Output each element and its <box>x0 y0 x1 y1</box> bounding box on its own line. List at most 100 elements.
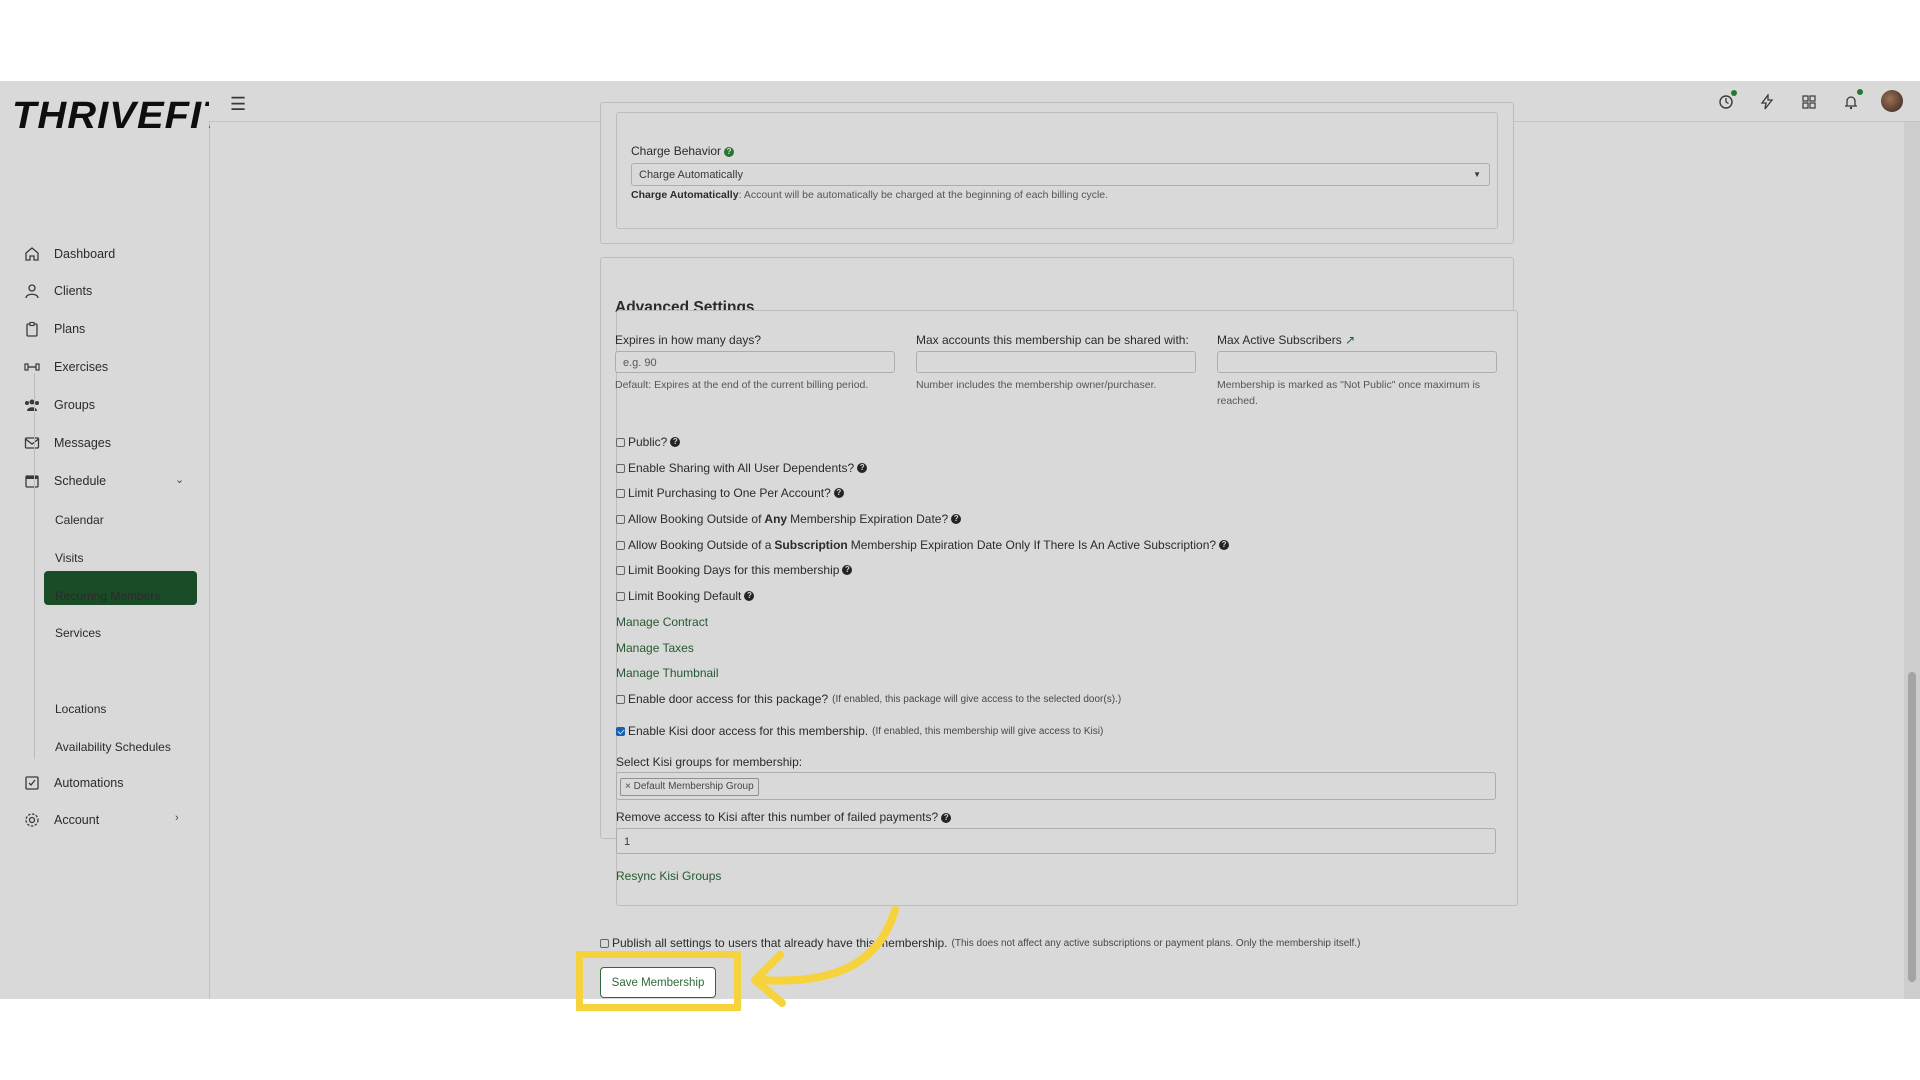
charge-behavior-label: Charge Behavior? <box>631 144 735 158</box>
sharing-checkbox-row[interactable]: Enable Sharing with All User Dependents?… <box>616 461 868 475</box>
avatar[interactable] <box>1881 90 1903 112</box>
limit-days-checkbox[interactable] <box>616 565 625 575</box>
kisi-access-checkbox[interactable] <box>616 726 625 736</box>
chevron-down-icon[interactable]: ⌄ <box>175 473 184 486</box>
help-icon[interactable]: ? <box>951 514 962 524</box>
sidebar-item-label: Automations <box>54 776 124 790</box>
max-subscribers-input[interactable] <box>1217 351 1497 373</box>
app-window: THRIVEFIT Dashboard Clients Plans Exerci… <box>0 81 1920 999</box>
sidebar-item-label: Dashboard <box>54 247 116 261</box>
chevron-right-icon[interactable]: › <box>175 812 179 824</box>
door-access-checkbox[interactable] <box>616 694 625 704</box>
clipboard-icon <box>24 321 40 337</box>
expires-hint: Default: Expires at the end of the curre… <box>615 379 869 391</box>
max-subscribers-label: Max Active Subscribers ↗ <box>1217 333 1356 347</box>
limit-purchase-checkbox-row[interactable]: Limit Purchasing to One Per Account?? <box>616 486 844 500</box>
help-icon[interactable]: ? <box>724 146 735 157</box>
sidebar-item-locations[interactable]: Locations <box>55 702 106 716</box>
help-icon[interactable]: ? <box>941 812 952 823</box>
publish-checkbox-row[interactable]: Publish all settings to users that alrea… <box>600 936 1360 950</box>
expires-label: Expires in how many days? <box>615 333 762 347</box>
resync-kisi-groups-link[interactable]: Resync Kisi Groups <box>616 869 721 883</box>
max-shared-hint: Number includes the membership owner/pur… <box>916 379 1157 391</box>
public-checkbox[interactable] <box>616 437 625 447</box>
sidebar-item-label: Groups <box>54 398 95 412</box>
max-shared-input[interactable] <box>916 351 1196 373</box>
manage-taxes-link[interactable]: Manage Taxes <box>616 641 694 655</box>
door-access-checkbox-row[interactable]: Enable door access for this package? (If … <box>616 692 1121 706</box>
home-icon <box>24 246 40 262</box>
limit-default-checkbox[interactable] <box>616 591 625 601</box>
help-icon[interactable]: ? <box>842 565 853 575</box>
apps-grid-icon[interactable] <box>1798 91 1820 113</box>
help-icon[interactable]: ? <box>670 437 681 447</box>
kisi-access-checkbox-row[interactable]: Enable Kisi door access for this members… <box>616 724 1103 738</box>
sidebar-item-account[interactable]: Account <box>24 808 99 832</box>
sidebar-item-label: Exercises <box>54 360 109 374</box>
limit-days-checkbox-row[interactable]: Limit Booking Days for this membership? <box>616 563 853 577</box>
sharing-checkbox[interactable] <box>616 463 625 473</box>
lightning-icon[interactable] <box>1756 91 1778 113</box>
max-subscribers-hint-2: reached. <box>1217 395 1258 407</box>
allow-any-checkbox-row[interactable]: Allow Booking Outside of Any Membership … <box>616 512 962 526</box>
sidebar-item-packages[interactable]: Packages <box>55 664 110 678</box>
scrollbar[interactable] <box>1904 122 1920 999</box>
publish-checkbox[interactable] <box>600 938 609 948</box>
scrollbar-thumb[interactable] <box>1908 672 1916 982</box>
save-membership-button[interactable]: Save Membership <box>600 967 716 998</box>
kisi-remove-label: Remove access to Kisi after this number … <box>616 810 952 824</box>
sidebar-item-exercises[interactable]: Exercises <box>24 355 108 379</box>
manage-contract-link[interactable]: Manage Contract <box>616 615 708 629</box>
dumbbell-icon <box>24 359 40 375</box>
hamburger-menu-icon[interactable]: ☰ <box>230 94 246 115</box>
charge-behavior-select[interactable]: Charge Automatically ▼ <box>631 163 1490 186</box>
calendar-icon <box>24 473 40 489</box>
brand-logo[interactable]: THRIVEFIT <box>12 95 228 138</box>
external-link-icon[interactable]: ↗ <box>1345 333 1355 347</box>
sidebar-item-clients[interactable]: Clients <box>24 279 92 303</box>
kisi-groups-label: Select Kisi groups for membership: <box>616 755 803 769</box>
max-subscribers-hint: Membership is marked as "Not Public" onc… <box>1217 379 1481 391</box>
allow-any-checkbox[interactable] <box>616 514 625 524</box>
max-shared-label: Max accounts this membership can be shar… <box>916 333 1189 347</box>
sidebar-item-recurring-members[interactable]: Recurring Members <box>55 589 160 603</box>
gear-icon <box>24 812 40 828</box>
help-icon[interactable]: ? <box>857 463 868 473</box>
sidebar-item-services[interactable]: Services <box>55 626 101 640</box>
allow-subscription-checkbox[interactable] <box>616 540 625 550</box>
allow-subscription-checkbox-row[interactable]: Allow Booking Outside of a Subscription … <box>616 538 1230 552</box>
sidebar-item-schedule[interactable]: Schedule <box>24 469 106 493</box>
public-checkbox-row[interactable]: Public?? <box>616 435 681 449</box>
sidebar-item-label: Schedule <box>54 474 107 488</box>
sidebar-item-dashboard[interactable]: Dashboard <box>24 242 115 266</box>
select-caret-icon: ▼ <box>1473 170 1481 179</box>
sidebar-item-label: Account <box>54 813 100 827</box>
notification-status-dot <box>1857 89 1863 95</box>
clock-status-dot <box>1731 90 1737 96</box>
sidebar-item-automations[interactable]: Automations <box>24 771 123 795</box>
sidebar: THRIVEFIT Dashboard Clients Plans Exerci… <box>0 81 227 999</box>
kisi-group-tag[interactable]: × Default Membership Group <box>620 778 759 796</box>
main-content: Charge Behavior? Charge Automatically ▼ … <box>210 102 1902 999</box>
users-icon <box>24 397 40 413</box>
sidebar-item-calendar[interactable]: Calendar <box>55 513 104 527</box>
help-icon[interactable]: ? <box>833 488 844 498</box>
kisi-failed-payments-input[interactable]: 1 <box>616 828 1496 854</box>
help-icon[interactable]: ? <box>744 591 755 601</box>
submenu-divider <box>34 373 35 759</box>
sidebar-item-label: Clients <box>54 284 93 298</box>
help-icon[interactable]: ? <box>1219 540 1230 550</box>
sidebar-item-messages[interactable]: Messages <box>24 431 111 455</box>
manage-thumbnail-link[interactable]: Manage Thumbnail <box>616 666 719 680</box>
sidebar-item-plans[interactable]: Plans <box>24 317 85 341</box>
sidebar-item-visits[interactable]: Visits <box>55 551 83 565</box>
sidebar-item-label: Plans <box>54 322 86 336</box>
limit-purchase-checkbox[interactable] <box>616 488 625 498</box>
sidebar-item-label: Messages <box>54 436 111 450</box>
charge-description: Charge Automatically: Account will be au… <box>631 189 1109 201</box>
user-icon <box>24 283 40 299</box>
check-square-icon <box>24 775 40 791</box>
expires-input[interactable]: e.g. 90 <box>615 351 895 373</box>
limit-default-checkbox-row[interactable]: Limit Booking Default? <box>616 589 755 603</box>
sidebar-item-availability-schedules[interactable]: Availability Schedules <box>55 740 171 754</box>
